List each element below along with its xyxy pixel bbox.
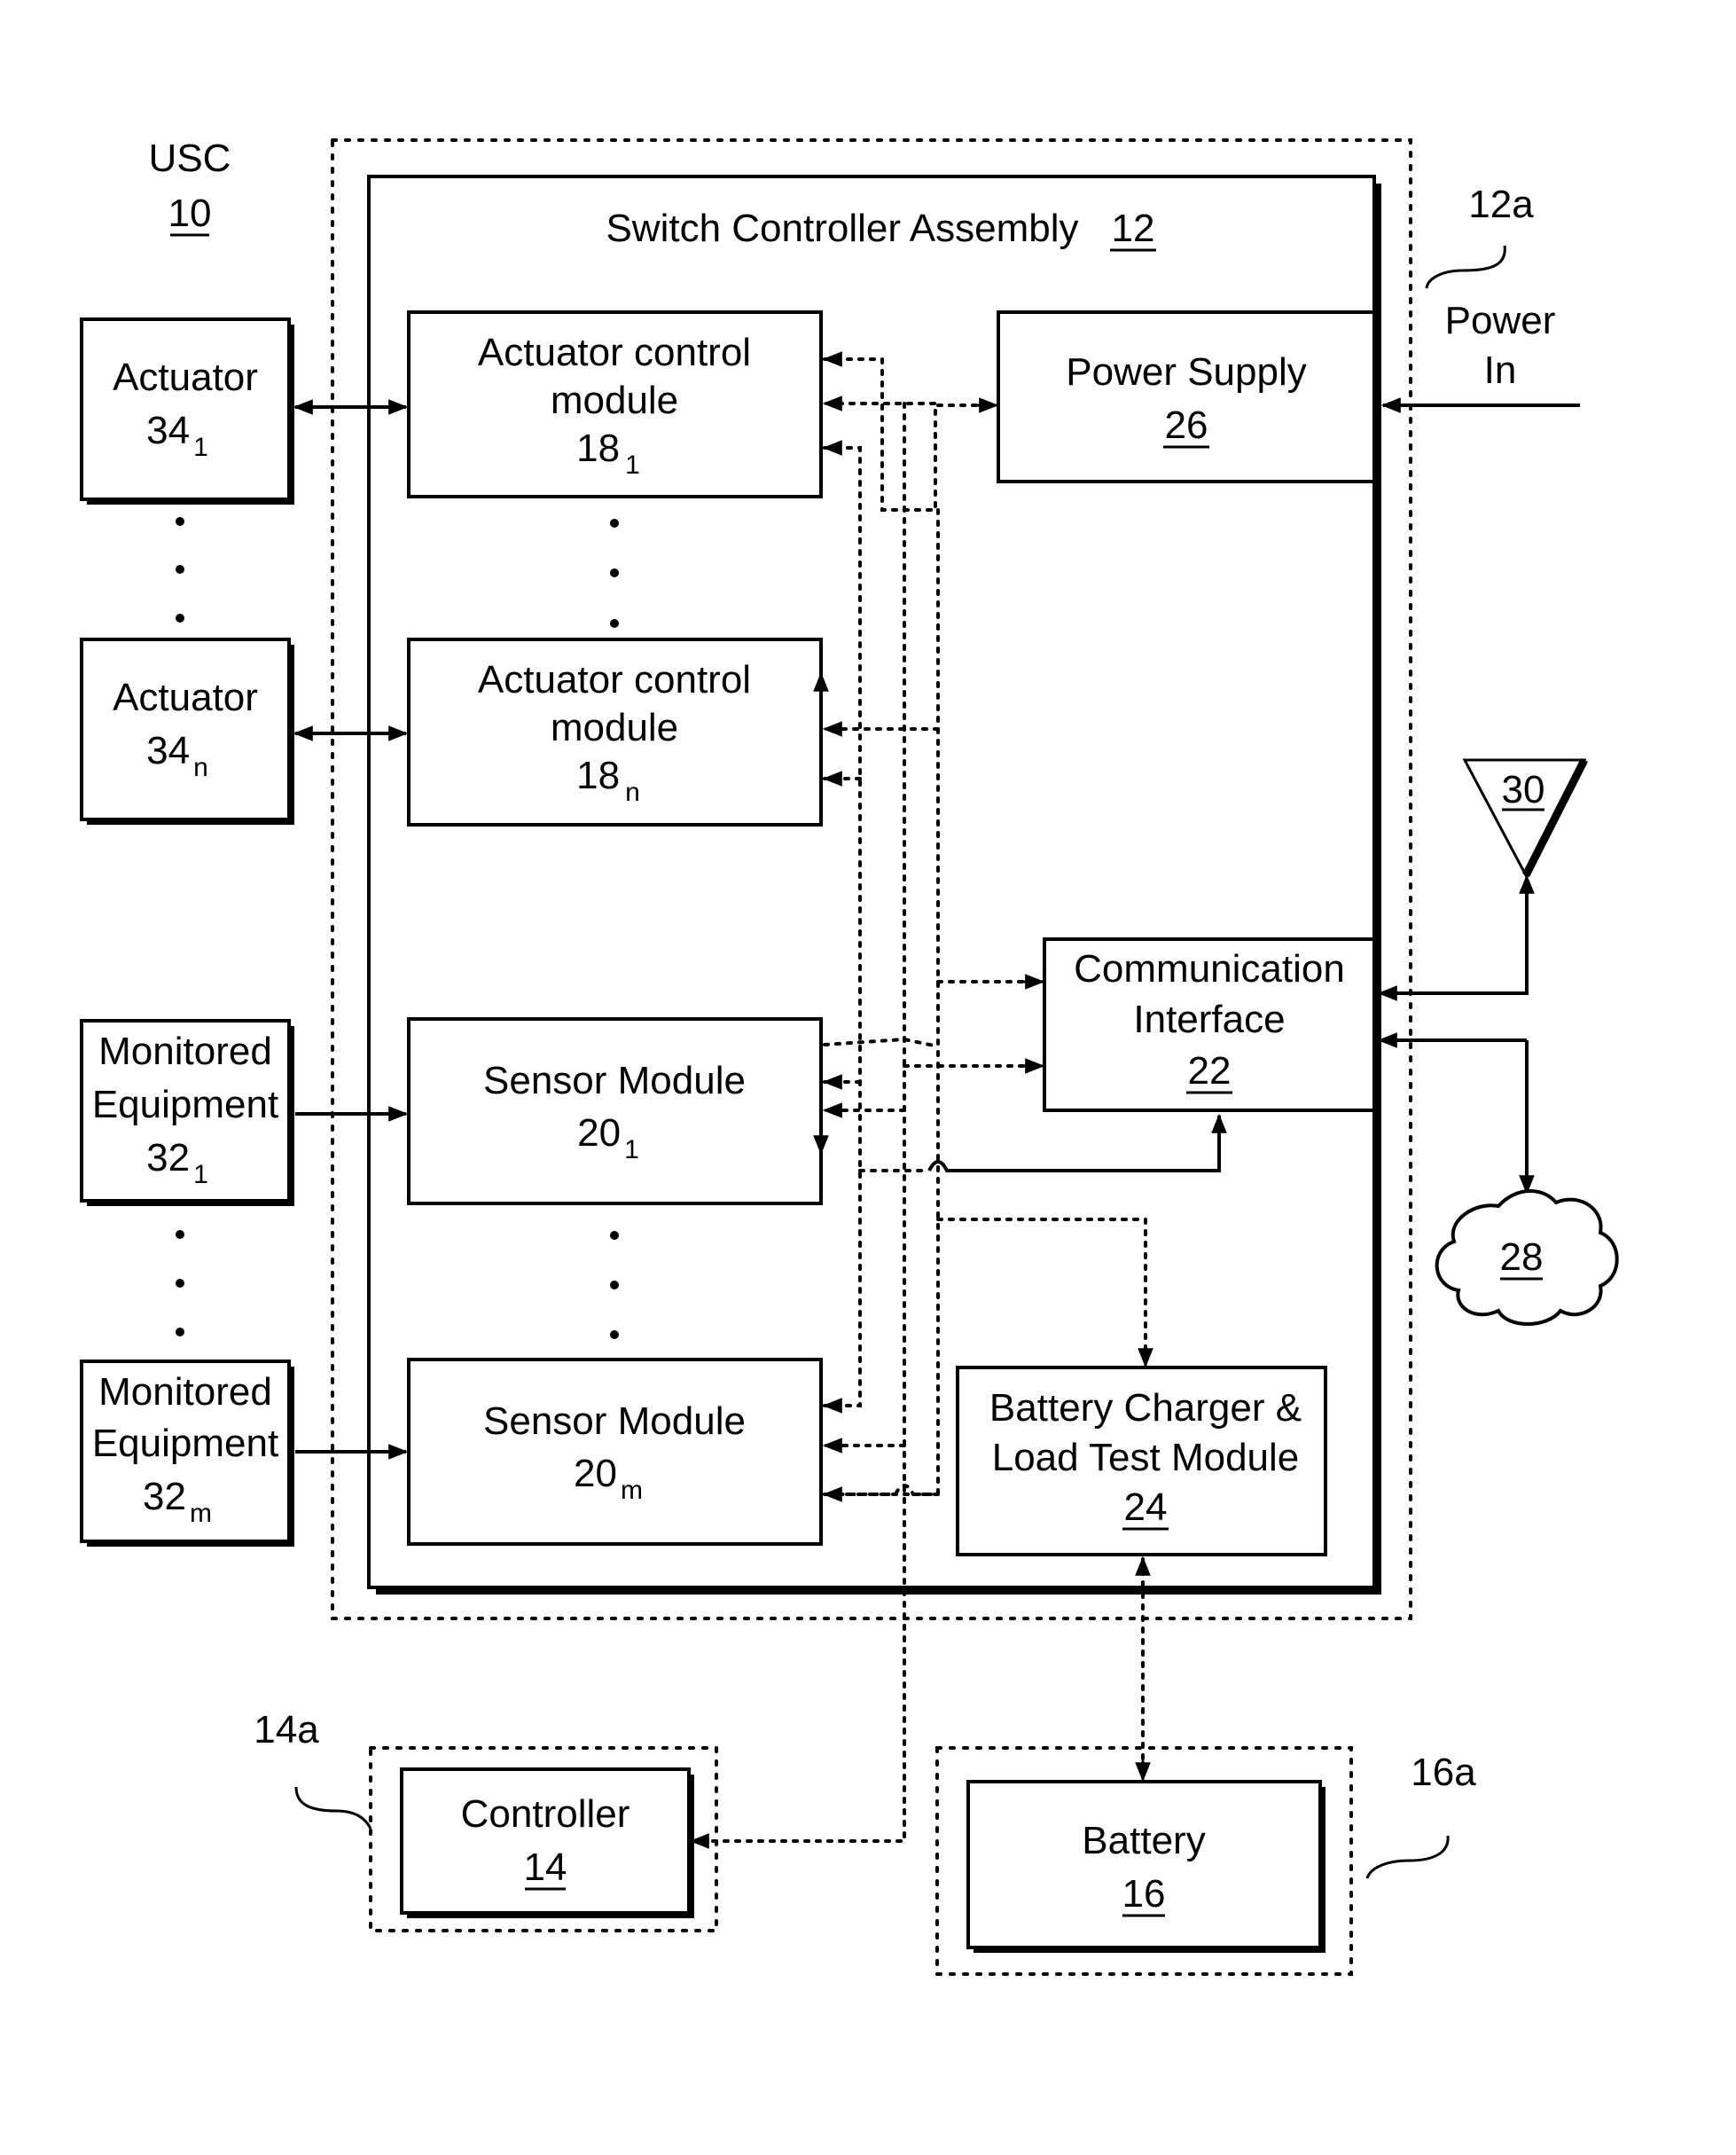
usc-block-diagram: USC 10 Switch Controller Assembly 12 12a… (80, 137, 1619, 1976)
acm-1-line1: Actuator control (478, 331, 751, 374)
ellipsis-dot (176, 614, 184, 623)
battery-charger-load-test-module: Battery Charger & Load Test Module 24 (956, 1366, 1327, 1556)
ellipsis-dot (610, 1330, 619, 1339)
antenna-ci-link (1377, 880, 1529, 1001)
power-supply-ref: 26 (1165, 404, 1208, 447)
enclosure-12a-label: 12a (1468, 183, 1534, 226)
ellipsis-dot (176, 565, 184, 574)
me-1-line1: Monitored (98, 1030, 272, 1073)
sensor-module-1: Sensor Module 20 1 (407, 1017, 823, 1205)
ellipsis-dot (176, 1230, 184, 1239)
ellipsis-dot (176, 517, 184, 526)
communication-interface: Communication Interface 22 (1043, 937, 1376, 1112)
acm-n-line1: Actuator control (478, 658, 751, 701)
battery-name: Battery (1082, 1819, 1205, 1862)
power-in-label-line2: In (1484, 349, 1517, 392)
monitored-equipment-m: Monitored Equipment 32 m (80, 1360, 294, 1547)
controller-name: Controller (461, 1792, 630, 1836)
enclosure-16a-leader (1365, 1835, 1450, 1879)
ci-ref: 22 (1188, 1049, 1232, 1093)
ellipsis-dot (610, 568, 619, 577)
me-m-line1: Monitored (98, 1370, 272, 1414)
ci-line1: Communication (1074, 947, 1345, 991)
controller-ref: 14 (524, 1845, 567, 1889)
network-cloud: 28 (1435, 1189, 1619, 1326)
actuator-1: Actuator 34 1 (80, 317, 294, 505)
acm-1-line2: module (551, 379, 678, 422)
sca-title: Switch Controller Assembly (606, 207, 1078, 250)
controller: Controller 14 (400, 1767, 694, 1918)
enclosure-14a-leader (294, 1786, 372, 1830)
ellipsis-dot (176, 1328, 184, 1336)
sensor-module-m: Sensor Module 20 m (407, 1358, 823, 1546)
battery: Battery 16 (966, 1780, 1325, 1953)
enclosure-14a-label: 14a (254, 1708, 319, 1751)
power-supply-name: Power Supply (1066, 350, 1306, 394)
actuator-control-module-n: Actuator control module 18 n (407, 638, 823, 827)
sm-1-name: Sensor Module (483, 1059, 746, 1102)
power-in-label-line1: Power (1445, 299, 1556, 342)
enclosure-16a-label: 16a (1411, 1751, 1476, 1794)
antenna-ref: 30 (1502, 768, 1545, 811)
ellipsis-dot (610, 1231, 619, 1240)
bc-line1: Battery Charger & (989, 1386, 1302, 1430)
usc-ref: 10 (168, 192, 212, 235)
me-m-line2: Equipment (92, 1422, 278, 1465)
ci-line2: Interface (1133, 998, 1285, 1041)
ellipsis-dot (610, 519, 619, 528)
sm-m-name: Sensor Module (483, 1399, 746, 1443)
ellipsis-dot (610, 619, 619, 628)
battery-ref: 16 (1122, 1872, 1166, 1916)
ellipsis-dot (176, 1279, 184, 1288)
enclosure-12a-leader (1425, 245, 1506, 289)
antenna: 30 (1462, 757, 1589, 879)
ellipsis-dot (610, 1281, 619, 1289)
bc-line2: Load Test Module (992, 1436, 1300, 1479)
me-1-line2: Equipment (92, 1083, 278, 1126)
actuator-n-name: Actuator (113, 676, 258, 719)
usc-label: USC (149, 137, 231, 180)
actuator-1-name: Actuator (113, 356, 258, 399)
bc-ref: 24 (1124, 1485, 1168, 1529)
network-ref: 28 (1500, 1235, 1544, 1279)
actuator-n: Actuator 34 n (80, 638, 294, 825)
power-supply: Power Supply 26 (997, 310, 1376, 483)
acm-n-line2: module (551, 706, 678, 749)
actuator-control-module-1: Actuator control module 18 1 (407, 310, 823, 498)
sca-ref: 12 (1112, 207, 1155, 250)
monitored-equipment-1: Monitored Equipment 32 1 (80, 1019, 294, 1206)
